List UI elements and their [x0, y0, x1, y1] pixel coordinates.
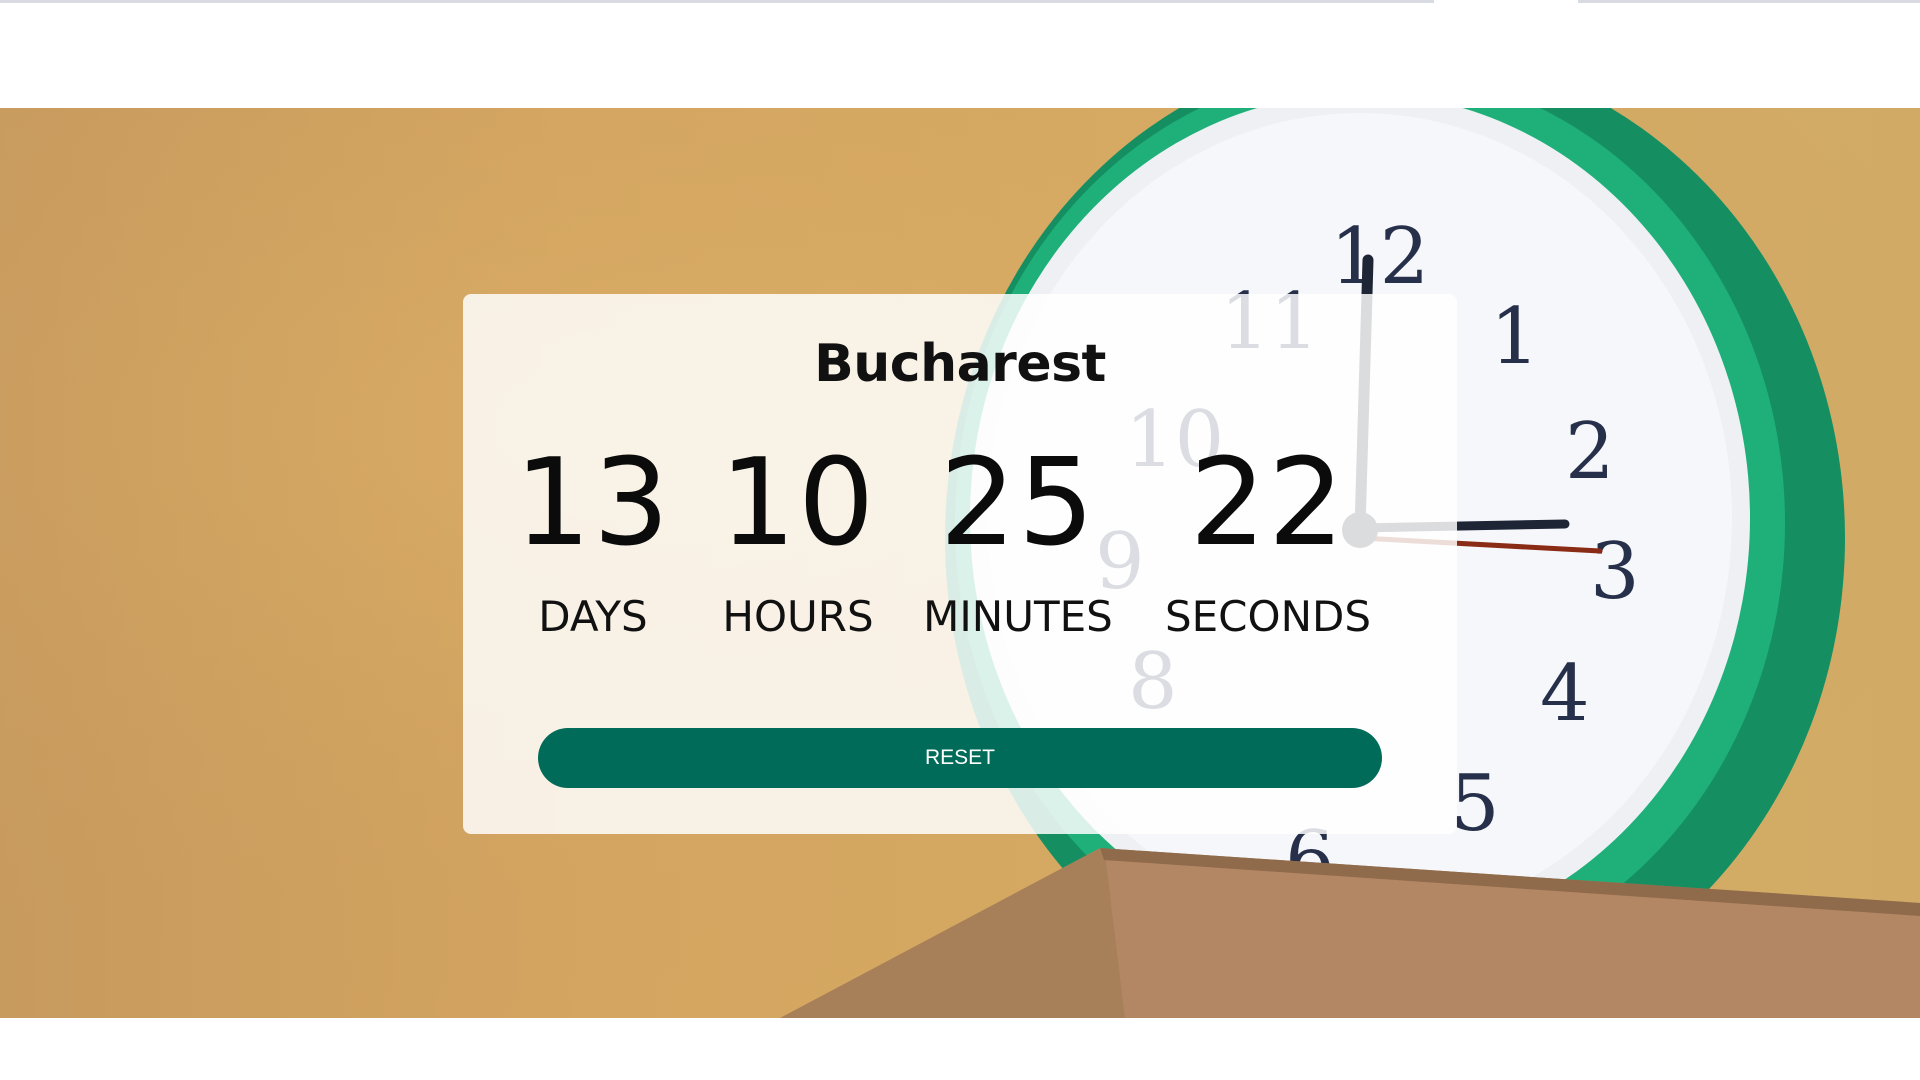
minutes-label: MINUTES [923, 592, 1113, 641]
hours-unit: 10 HOURS [693, 434, 903, 642]
top-edge-line-right [1578, 0, 1920, 3]
city-title: Bucharest [814, 334, 1106, 394]
reset-button[interactable]: RESET [538, 728, 1382, 788]
countdown-card: Bucharest 13 DAYS 10 HOURS 25 MINUTES 22… [463, 294, 1457, 834]
page: 12 1 2 3 4 5 6 8 9 10 11 [0, 0, 1920, 1080]
svg-text:3: 3 [1590, 527, 1640, 617]
seconds-value: 22 [1189, 434, 1347, 573]
seconds-unit: 22 SECONDS [1143, 434, 1393, 642]
minutes-value: 25 [939, 434, 1097, 573]
days-label: DAYS [538, 592, 648, 641]
hero-banner: 12 1 2 3 4 5 6 8 9 10 11 [0, 108, 1920, 1018]
bottom-bar [0, 1018, 1920, 1080]
days-unit: 13 DAYS [493, 434, 693, 642]
svg-text:2: 2 [1565, 407, 1615, 497]
svg-text:5: 5 [1450, 759, 1500, 849]
hours-value: 10 [719, 434, 877, 573]
svg-text:4: 4 [1540, 649, 1590, 739]
top-bar [0, 0, 1920, 108]
top-edge-line [0, 0, 1434, 3]
minutes-unit: 25 MINUTES [903, 434, 1133, 642]
days-value: 13 [514, 434, 672, 573]
hours-label: HOURS [722, 592, 874, 641]
svg-text:1: 1 [1490, 292, 1540, 382]
seconds-label: SECONDS [1164, 592, 1371, 641]
svg-text:12: 12 [1330, 212, 1429, 302]
